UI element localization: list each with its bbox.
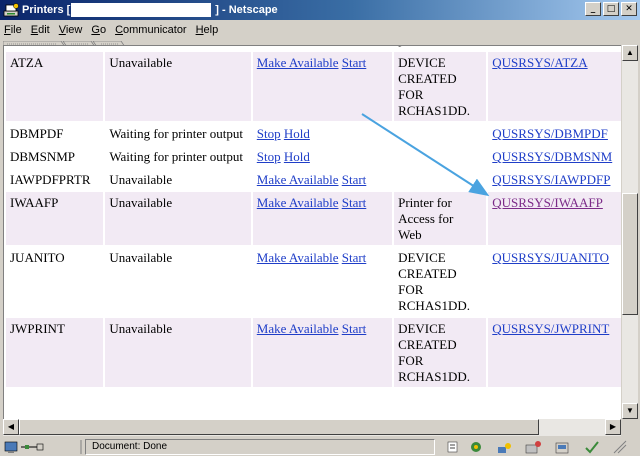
horizontal-scrollbar[interactable]: ◀ ▶ (3, 419, 621, 436)
title-bar: Printers [ ] - Netscape _ □ ✕ (0, 0, 640, 20)
status-icons (3, 439, 83, 455)
menu-help[interactable]: Help (196, 24, 219, 36)
collapsed-toolbar-tabs[interactable] (2, 38, 131, 48)
menu-edit[interactable]: Edit (31, 24, 50, 36)
minimize-button[interactable]: _ (585, 2, 601, 16)
scroll-down-arrow-icon[interactable]: ▼ (622, 403, 638, 419)
window-title-suffix: ] - Netscape (215, 4, 278, 16)
netscape-printers-icon (3, 2, 19, 18)
scrollbar-corner (621, 419, 638, 436)
maximize-button[interactable]: □ (603, 2, 619, 16)
close-button[interactable]: ✕ (621, 2, 637, 16)
vertical-scroll-thumb[interactable] (622, 193, 638, 315)
scroll-left-arrow-icon[interactable]: ◀ (3, 419, 19, 435)
menu-view[interactable]: View (59, 24, 83, 36)
scroll-up-arrow-icon[interactable]: ▲ (622, 45, 638, 61)
annotation-arrow (361, 113, 490, 197)
security-lock-icon (4, 441, 18, 451)
vertical-scrollbar[interactable]: ▲ ▼ (621, 45, 638, 419)
redacted-title-box (71, 3, 212, 17)
window-title-prefix: Printers [ (22, 4, 71, 16)
menu-file[interactable]: File (4, 24, 22, 36)
scroll-right-arrow-icon[interactable]: ▶ (605, 419, 621, 435)
menu-communicator[interactable]: Communicator (115, 24, 187, 36)
horizontal-scroll-thumb[interactable] (19, 419, 539, 435)
page-content[interactable]: printer ATZAUnavailableMake Available St… (3, 45, 621, 419)
menu-go[interactable]: Go (91, 24, 106, 36)
status-bar: Document: Done (0, 437, 640, 456)
status-text: Document: Done (85, 438, 435, 455)
component-bar-icons[interactable] (446, 439, 636, 455)
menu-bar: File Edit View Go Communicator Help (0, 21, 640, 38)
